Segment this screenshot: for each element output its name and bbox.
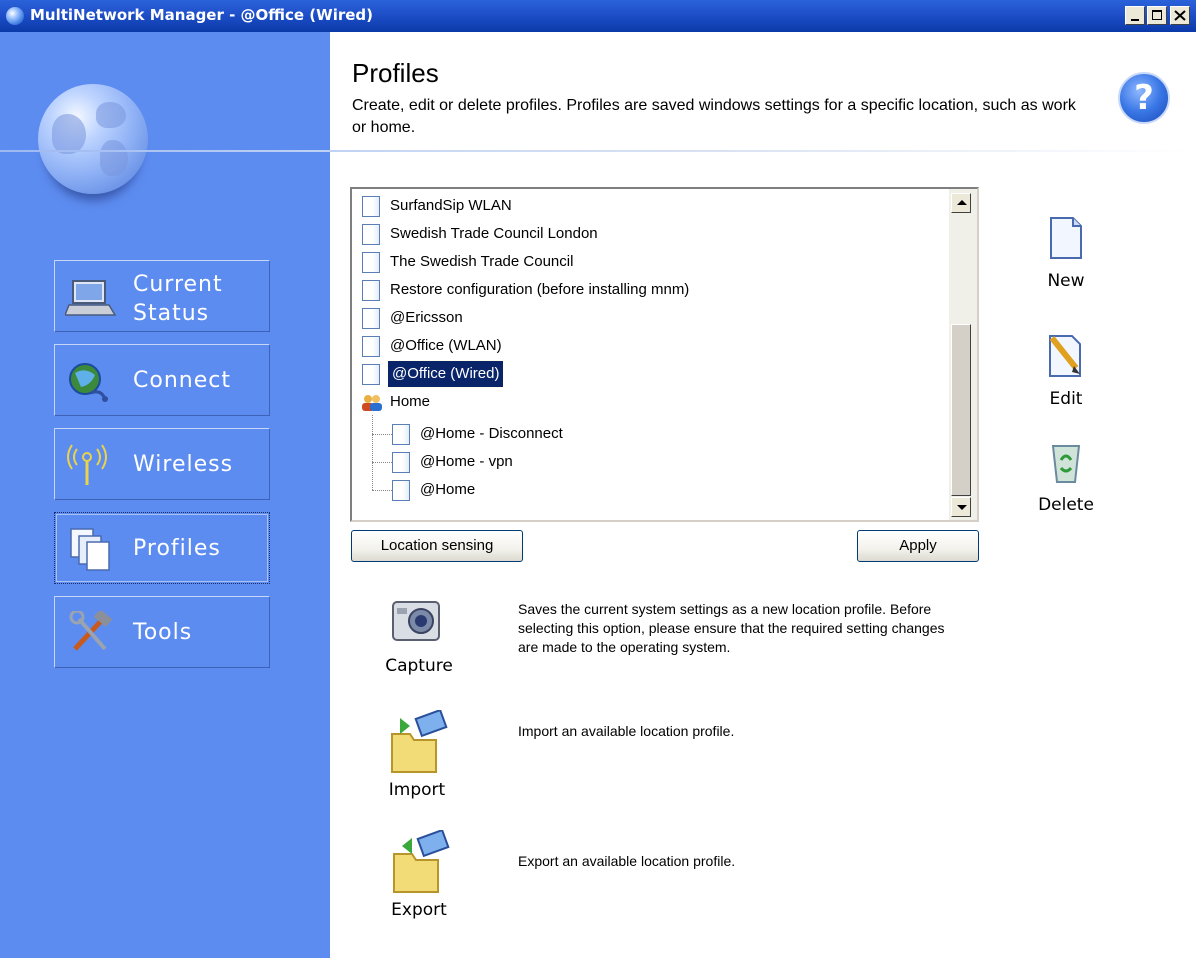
- list-item-label: @Home - Disconnect: [420, 425, 563, 442]
- document-icon: [362, 196, 380, 217]
- list-item-label: SurfandSip WLAN: [390, 197, 512, 214]
- app-globe-icon: [6, 7, 24, 25]
- vertical-scrollbar[interactable]: [949, 189, 977, 520]
- sidebar-item-connect[interactable]: Connect: [54, 344, 270, 416]
- scroll-up-button[interactable]: [951, 193, 971, 213]
- new-document-icon: [1050, 217, 1082, 259]
- help-icon[interactable]: ?: [1118, 72, 1170, 124]
- globe-connect-icon: [69, 363, 108, 402]
- list-item-label: @Home: [420, 481, 476, 498]
- list-item-label: Home: [390, 393, 431, 410]
- minimize-icon: [1131, 19, 1139, 21]
- list-item-label: @Office (Wired): [386, 360, 505, 388]
- title-bar: MultiNetwork Manager - @Office (Wired): [0, 0, 1196, 32]
- apply-button[interactable]: Apply: [857, 530, 979, 562]
- close-button[interactable]: [1170, 6, 1190, 25]
- scrollbar-thumb[interactable]: [951, 324, 971, 496]
- import-folder-icon: [391, 710, 448, 773]
- document-icon: [362, 336, 380, 357]
- tree-line: [372, 415, 373, 490]
- users-group-icon: [362, 395, 382, 411]
- camera-icon: [392, 601, 440, 641]
- capture-label: Capture: [385, 656, 453, 676]
- sidebar-item-label: Status: [133, 301, 210, 326]
- sidebar: Current Status Connect Wireless Profiles: [0, 32, 330, 958]
- page-title: Profiles: [352, 58, 439, 88]
- sidebar-item-profiles[interactable]: Profiles: [54, 512, 270, 584]
- profile-list[interactable]: SurfandSip WLAN Swedish Trade Council Lo…: [350, 187, 979, 522]
- sidebar-item-label: Current: [133, 272, 223, 297]
- tree-line: [372, 462, 392, 463]
- import-label: Import: [388, 780, 446, 800]
- sidebar-item-label: Wireless: [133, 452, 234, 477]
- document-icon: [362, 280, 380, 301]
- delete-label: Delete: [1038, 495, 1094, 515]
- tree-line: [372, 434, 392, 435]
- document-icon: [392, 424, 410, 445]
- edit-label: Edit: [1049, 389, 1083, 409]
- export-folder-icon: [393, 830, 450, 893]
- delete-button[interactable]: Delete: [1026, 440, 1106, 515]
- scroll-down-button[interactable]: [951, 497, 971, 517]
- new-button[interactable]: New: [1026, 216, 1106, 291]
- document-icon: [362, 252, 380, 273]
- sidebar-item-label: Profiles: [133, 536, 221, 561]
- sidebar-item-label: Tools: [133, 620, 193, 645]
- window-title: MultiNetwork Manager - @Office (Wired): [30, 6, 374, 24]
- document-icon: [362, 308, 380, 329]
- tree-line: [372, 490, 392, 491]
- edit-pencil-icon: [1049, 335, 1081, 377]
- chevron-down-icon: [957, 505, 967, 510]
- sidebar-item-wireless[interactable]: Wireless: [54, 428, 270, 500]
- document-icon: [362, 364, 380, 385]
- import-description: Import an available location profile.: [518, 723, 735, 739]
- document-icon: [392, 480, 410, 501]
- list-item-label: @Home - vpn: [420, 453, 513, 470]
- sidebar-item-tools[interactable]: Tools: [54, 596, 270, 668]
- laptop-icon: [65, 280, 117, 316]
- documents-icon: [70, 528, 110, 571]
- sidebar-item-label: Connect: [133, 368, 231, 393]
- capture-description: Saves the current system settings as a n…: [518, 601, 945, 655]
- recycle-bin-icon: [1051, 445, 1081, 483]
- header-divider: [0, 150, 1196, 152]
- minimize-button[interactable]: [1125, 6, 1145, 25]
- list-item-label: Swedish Trade Council London: [390, 225, 598, 242]
- document-icon: [392, 452, 410, 473]
- location-sensing-button[interactable]: Location sensing: [351, 530, 523, 562]
- export-label: Export: [391, 900, 447, 920]
- wireless-antenna-icon: [67, 444, 107, 485]
- sidebar-item-current-status[interactable]: Current Status: [54, 260, 270, 332]
- export-description: Export an available location profile.: [518, 853, 736, 869]
- chevron-up-icon: [957, 200, 967, 205]
- new-label: New: [1047, 271, 1085, 291]
- close-icon: [1174, 10, 1186, 21]
- tools-icon: [69, 611, 113, 651]
- list-item-label: Restore configuration (before installing…: [390, 281, 690, 298]
- list-item-label: The Swedish Trade Council: [390, 253, 574, 270]
- maximize-icon: [1152, 10, 1162, 20]
- page-description: Create, edit or delete profiles. Profile…: [352, 97, 1076, 136]
- document-icon: [362, 224, 380, 245]
- edit-button[interactable]: Edit: [1026, 332, 1106, 409]
- list-item-label: @Ericsson: [390, 309, 463, 326]
- list-item-label: @Office (WLAN): [390, 337, 502, 354]
- maximize-button[interactable]: [1147, 6, 1167, 25]
- globe-logo: [38, 84, 148, 194]
